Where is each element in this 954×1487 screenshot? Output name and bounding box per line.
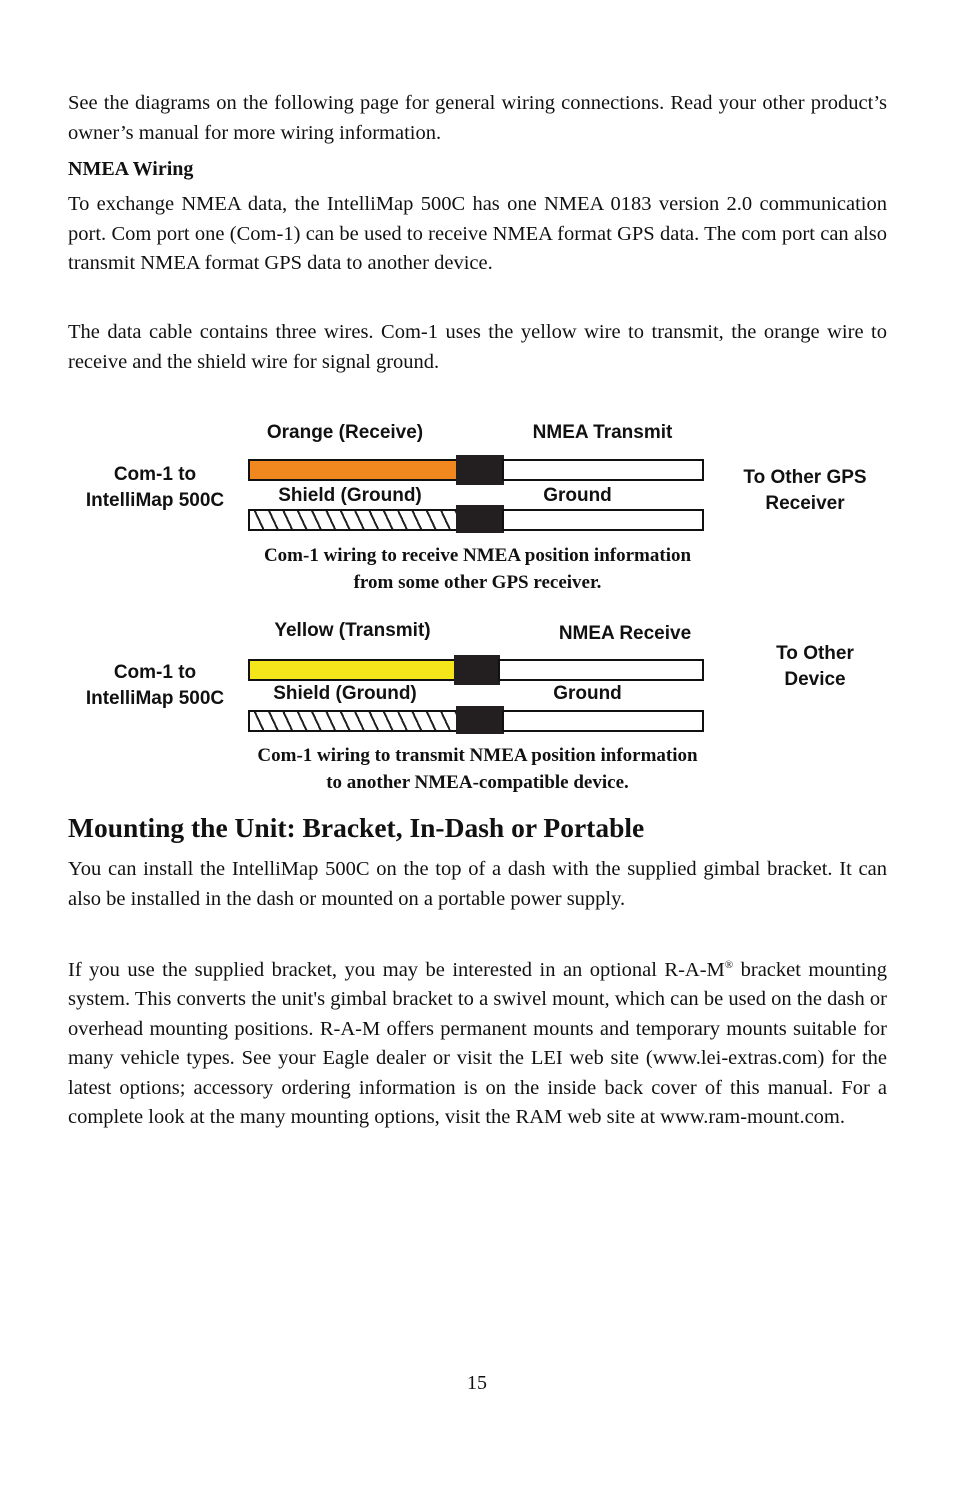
wire1-label: Orange (Receive): [266, 422, 424, 443]
diagram-left-label: Com-1 to IntelliMap 500C: [85, 662, 225, 709]
mounting-heading: Mounting the Unit: Bracket, In-Dash or P…: [68, 812, 645, 843]
intro-paragraph: See the diagrams on the following page f…: [68, 92, 887, 144]
caption-line: Com-1 wiring to receive NMEA position in…: [263, 545, 692, 566]
other-device-wire: [498, 659, 704, 681]
connector: [456, 455, 504, 485]
mounting-paragraph-1: You can install the IntelliMap 500C on t…: [68, 858, 887, 910]
other-device-wire: [502, 459, 704, 481]
shield-wire: [248, 710, 460, 732]
connector: [456, 505, 504, 533]
wire2-label: Shield (Ground): [273, 683, 417, 704]
diagram-caption: Com-1 wiring to transmit NMEA position i…: [100, 742, 855, 796]
connector: [454, 655, 500, 685]
orange-wire: [248, 459, 460, 481]
diagram-caption: Com-1 wiring to receive NMEA position in…: [100, 542, 855, 596]
other-ground-wire: [502, 710, 704, 732]
caption-line: Com-1 wiring to transmit NMEA position i…: [257, 745, 698, 766]
wire1-far-label: NMEA Receive: [558, 623, 692, 644]
yellow-wire: [248, 659, 458, 681]
diagram-right-label: To Other Device: [776, 643, 854, 690]
other-ground-wire: [502, 509, 704, 531]
caption-line: from some other GPS receiver.: [353, 572, 602, 593]
wire2-label: Shield (Ground): [278, 485, 422, 506]
mounting-paragraph-2: If you use the supplied bracket, you may…: [68, 951, 887, 1133]
nmea-paragraph-2: The data cable contains three wires. Com…: [68, 321, 887, 373]
wire2-far-label: Ground: [543, 485, 612, 506]
nmea-paragraph-1: To exchange NMEA data, the IntelliMap 50…: [68, 193, 887, 274]
caption-line: to another NMEA-compatible device.: [326, 772, 629, 793]
wire2-far-label: Ground: [553, 683, 622, 704]
connector: [456, 706, 504, 734]
registered-mark: ®: [724, 959, 734, 971]
shield-wire: [248, 509, 460, 531]
nmea-wiring-heading: NMEA Wiring: [68, 158, 194, 180]
wire1-label: Yellow (Transmit): [274, 620, 431, 641]
diagram-right-label: To Other GPS Receiver: [743, 467, 867, 514]
page-number: 15: [467, 1372, 487, 1394]
diagram-left-label: Com-1 to IntelliMap 500C: [85, 464, 225, 511]
text: bracket mounting system. This converts t…: [68, 958, 887, 1129]
text: If you use the supplied bracket, you may…: [68, 958, 725, 981]
wire1-far-label: NMEA Transmit: [532, 422, 673, 443]
